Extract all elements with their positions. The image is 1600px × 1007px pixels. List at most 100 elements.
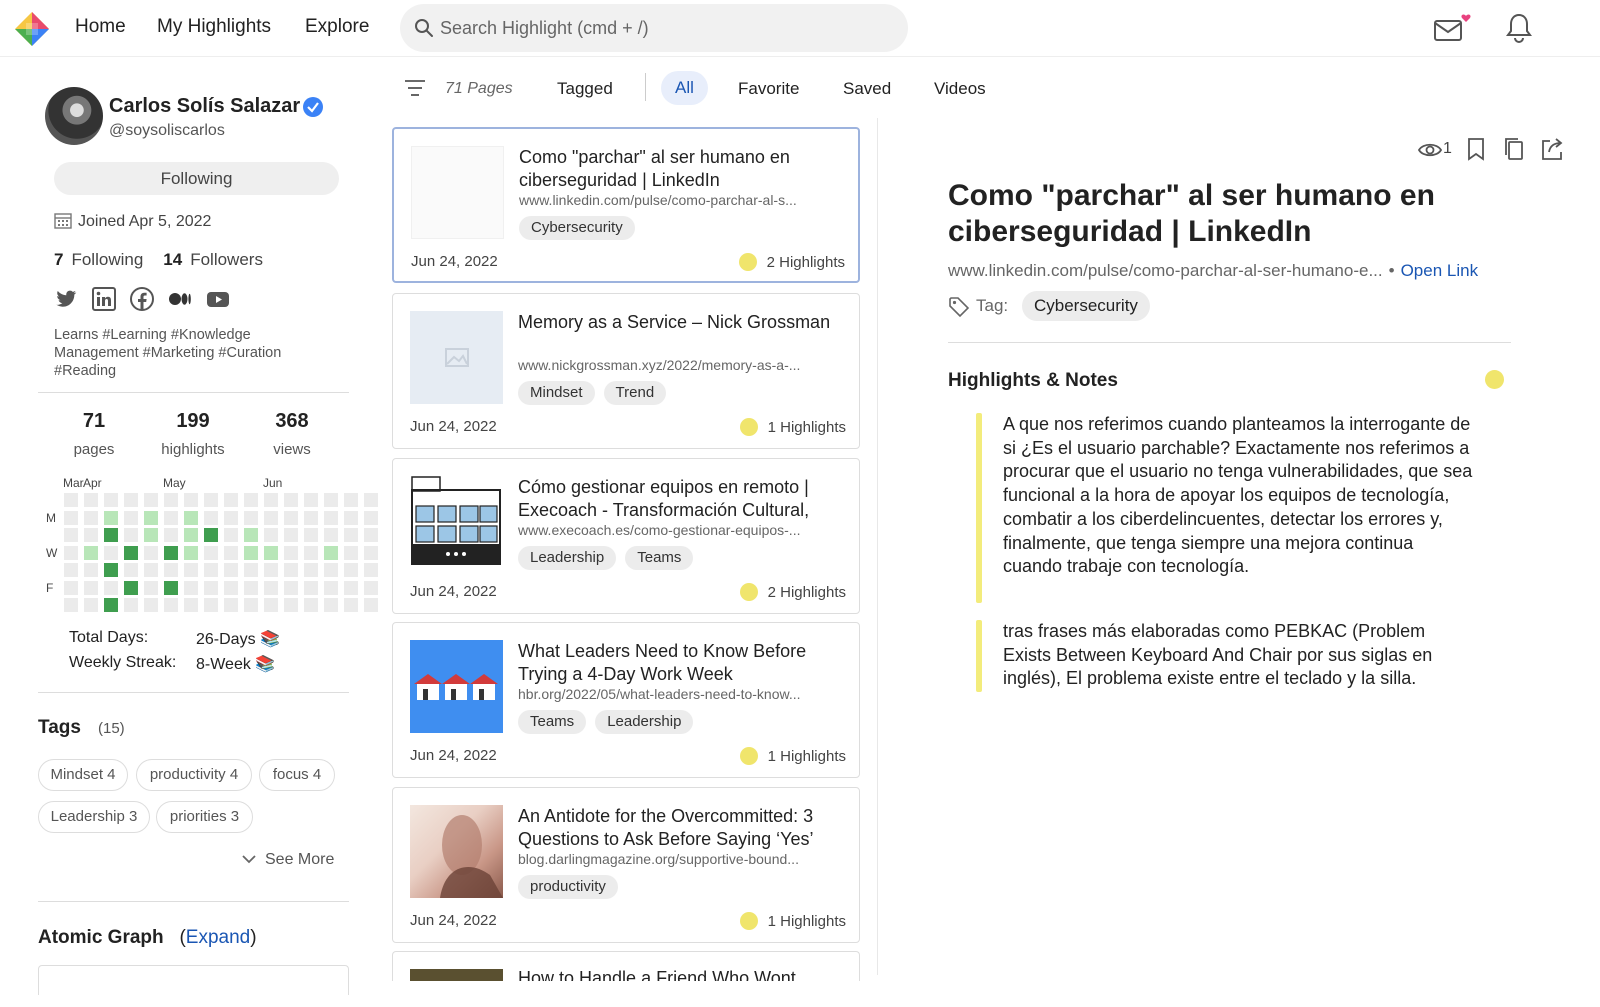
highlights-notes-heading: Highlights & Notes — [948, 370, 1118, 391]
app-logo[interactable] — [13, 10, 51, 48]
calendar-month-label: Mar — [63, 476, 84, 490]
tags-heading: Tags — [38, 717, 81, 738]
page-tag[interactable]: Cybersecurity — [519, 216, 635, 240]
tab-saved[interactable]: Saved — [843, 79, 891, 99]
page-card[interactable]: Memory as a Service – Nick Grossman www.… — [392, 293, 860, 449]
page-title[interactable]: What Leaders Need to Know Before Trying … — [518, 640, 838, 685]
page-card[interactable]: Cómo gestionar equipos en remoto | Execo… — [392, 458, 860, 614]
nav-my-highlights[interactable]: My Highlights — [157, 16, 271, 38]
followers-link[interactable]: Followers — [190, 250, 263, 269]
page-card[interactable]: What Leaders Need to Know Before Trying … — [392, 622, 860, 778]
highlight-item[interactable]: tras frases más elaboradas como PEBKAC (… — [976, 620, 1476, 692]
highlight-bar — [976, 620, 982, 692]
tab-all[interactable]: All — [661, 71, 708, 105]
heatmap-cell — [264, 563, 278, 577]
atomic-graph-panel — [38, 965, 349, 995]
page-tag[interactable]: Teams — [625, 546, 694, 570]
nav-explore[interactable]: Explore — [305, 16, 369, 38]
page-date: Jun 24, 2022 — [410, 747, 497, 764]
views-count: 1 — [1443, 140, 1452, 157]
facebook-icon[interactable] — [130, 287, 154, 311]
page-title[interactable]: An Antidote for the Overcommitted: 3 Que… — [518, 805, 838, 850]
page-tag[interactable]: Leadership — [518, 546, 617, 570]
divider — [38, 392, 349, 393]
tab-tagged[interactable]: Tagged — [557, 79, 613, 99]
page-tag[interactable]: Leadership — [595, 710, 694, 734]
heatmap-cell — [144, 580, 158, 595]
nav-home[interactable]: Home — [75, 16, 126, 38]
detail-tag[interactable]: Cybersecurity — [1022, 291, 1150, 321]
heatmap-cell — [324, 528, 338, 542]
tag-icon — [948, 296, 970, 318]
heatmap-cell — [164, 528, 178, 542]
heatmap-cell — [324, 563, 338, 577]
heatmap-cell — [224, 563, 238, 577]
highlight-item[interactable]: A que nos referimos cuando planteamos la… — [976, 413, 1476, 603]
tag-label: Tag: — [976, 296, 1009, 315]
copy-icon[interactable] — [1503, 137, 1527, 161]
heatmap-cell — [244, 580, 258, 595]
followers-count: 14 — [163, 250, 183, 269]
heatmap-cell — [364, 545, 378, 560]
heatmap-cell — [324, 510, 338, 525]
page-title[interactable]: Memory as a Service – Nick Grossman — [518, 311, 838, 334]
following-link[interactable]: Following — [71, 250, 143, 269]
page-card[interactable]: Como "parchar" al ser humano en ciberseg… — [392, 127, 860, 283]
search-bar[interactable] — [400, 4, 908, 52]
page-tag[interactable]: Teams — [518, 710, 587, 734]
page-card[interactable]: An Antidote for the Overcommitted: 3 Que… — [392, 787, 860, 943]
heatmap-cell — [324, 598, 338, 612]
heatmap-cell — [164, 510, 178, 525]
share-icon[interactable] — [1540, 137, 1564, 161]
tab-videos[interactable]: Videos — [934, 79, 986, 99]
heatmap-cell — [244, 510, 258, 525]
expand-link[interactable]: Expand — [186, 927, 250, 948]
see-more-link[interactable]: See More — [242, 851, 334, 869]
weekly-streak-label: Weekly Streak: — [69, 654, 177, 671]
youtube-icon[interactable] — [206, 287, 230, 311]
medium-icon[interactable] — [168, 287, 192, 311]
page-tag[interactable]: productivity — [518, 875, 618, 899]
inbox-icon[interactable] — [1432, 12, 1471, 44]
tag-pill-leadership[interactable]: Leadership 3 — [38, 801, 150, 833]
page-date: Jun 24, 2022 — [410, 583, 497, 600]
books-icon: 📚 — [260, 631, 280, 648]
tag-pill-productivity[interactable]: productivity 4 — [136, 759, 252, 791]
linkedin-icon[interactable] — [92, 287, 116, 311]
tab-favorite[interactable]: Favorite — [738, 79, 799, 99]
bookmark-icon[interactable] — [1466, 137, 1490, 161]
detail-title: Como "parchar" al ser humano en ciberseg… — [948, 179, 1435, 248]
open-link[interactable]: Open Link — [1401, 261, 1479, 280]
filter-icon[interactable] — [405, 79, 425, 97]
stat-pages: 71 pages — [49, 410, 139, 458]
tag-pill-priorities[interactable]: priorities 3 — [156, 801, 253, 833]
page-tag[interactable]: Trend — [603, 381, 667, 405]
heatmap-cell — [284, 493, 298, 507]
heatmap-cell — [224, 493, 238, 507]
page-title[interactable]: Cómo gestionar equipos en remoto | Execo… — [518, 476, 838, 521]
avatar[interactable] — [45, 87, 103, 145]
heatmap-cell — [204, 510, 218, 525]
page-tag[interactable]: Mindset — [518, 381, 595, 405]
tag-pill-focus[interactable]: focus 4 — [259, 759, 335, 791]
verified-badge-icon — [302, 96, 324, 118]
heatmap-cell — [84, 493, 98, 507]
calendar-month-label: May — [163, 476, 186, 490]
notification-bell-icon[interactable] — [1505, 12, 1537, 44]
atomic-graph-heading: Atomic Graph (Expand) — [38, 927, 257, 948]
tag-pill-mindset[interactable]: Mindset 4 — [38, 759, 128, 791]
heatmap-cell — [284, 598, 298, 612]
calendar-month-label: Apr — [83, 476, 102, 490]
stat-label: highlights — [161, 441, 225, 458]
heatmap-cell — [104, 598, 118, 612]
heatmap-cell — [364, 580, 378, 595]
twitter-icon[interactable] — [54, 287, 78, 311]
page-title[interactable]: How to Handle a Friend Who Wont — [518, 968, 796, 981]
heatmap-cell — [144, 563, 158, 577]
following-button[interactable]: Following — [54, 162, 339, 195]
page-title[interactable]: Como "parchar" al ser humano en ciberseg… — [519, 146, 839, 191]
search-input[interactable] — [440, 4, 890, 52]
page-card[interactable]: How to Handle a Friend Who Wont — [392, 951, 860, 981]
heatmap-cell — [344, 510, 358, 525]
highlight-color-dot[interactable] — [1485, 370, 1504, 389]
